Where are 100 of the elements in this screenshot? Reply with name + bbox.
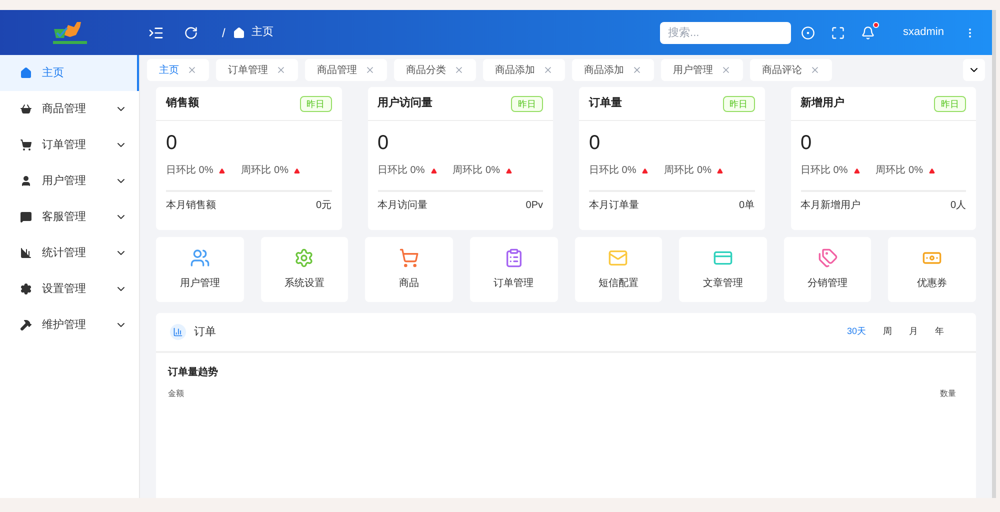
bar-chart-icon [20,247,32,259]
up-arrow-icon [430,168,437,174]
stat-value: 0 [800,131,813,155]
chart-title: 订单量趋势 [168,366,219,380]
close-icon[interactable] [365,65,375,75]
stat-value: 0 [589,131,602,155]
up-arrow-icon [294,168,300,174]
period-tag: 昨日 [722,96,754,112]
range-tab[interactable]: 月 [909,325,918,339]
hammer-icon [20,319,32,331]
menu-toggle-icon[interactable] [148,24,164,40]
week-ratio: 周环比 0% [241,164,288,178]
day-ratio: 日环比 0% [378,164,425,178]
up-arrow-icon [642,168,648,174]
cart-icon [399,248,420,268]
breadcrumb: 主页 [251,24,274,40]
sidebar-item[interactable]: 维护管理 [0,307,139,343]
shortcut-tile[interactable]: 系统设置 [260,237,348,302]
chat-icon [20,211,32,223]
week-ratio: 周环比 0% [876,164,923,178]
shortcut-tile[interactable]: 用户管理 [156,237,244,302]
axis-label: 数量 [940,388,956,400]
sidebar-item[interactable]: 主页 [0,55,139,91]
record-icon[interactable] [801,26,816,40]
tab[interactable]: 商品评论 [750,59,832,81]
up-arrow-icon [219,168,226,174]
envelope-icon [608,248,628,268]
shortcut-label: 商品 [399,276,420,291]
monthly-value: 0人 [950,198,966,212]
card-title: 用户访问量 [378,96,432,112]
up-arrow-icon [854,168,860,174]
sidebar-item[interactable]: 设置管理 [0,271,139,307]
monthly-label: 本月访问量 [378,198,428,212]
clipboard-icon [504,248,524,268]
close-icon[interactable] [454,65,464,75]
monthly-label: 本月订单量 [589,198,639,212]
breadcrumb-separator: / [222,24,226,40]
close-icon[interactable] [810,65,820,75]
day-ratio: 日环比 0% [589,164,636,178]
period-tag: 昨日 [511,96,543,112]
shortcut-label: 分销管理 [808,277,848,291]
close-icon[interactable] [187,65,197,75]
shortcut-label: 文章管理 [702,276,743,291]
close-icon[interactable] [721,65,731,75]
shortcut-tile[interactable]: 商品 [365,237,453,302]
range-tab[interactable]: 周 [883,325,892,339]
user-name[interactable]: sxadmin [903,24,944,41]
day-ratio: 日环比 0% [166,164,214,178]
card-title: 订单量 [589,96,622,112]
home-icon [20,67,32,79]
panel-title: 订单 [194,324,216,340]
close-icon[interactable] [632,65,642,75]
card-title: 销售额 [166,96,199,112]
chart-badge-icon [170,324,186,340]
monthly-value: 0元 [316,198,332,212]
user-icon [20,175,32,187]
fullscreen-icon[interactable] [831,26,846,40]
tab[interactable]: 主页 [147,59,209,81]
close-icon[interactable] [276,65,286,75]
shortcut-tile[interactable]: 短信配置 [574,237,662,302]
monthly-label: 本月销售额 [166,198,216,212]
sidebar-item[interactable]: 商品管理 [0,91,139,127]
week-ratio: 周环比 0% [452,164,500,178]
tabs-dropdown[interactable] [963,59,985,81]
basket-icon [20,103,32,115]
range-tab[interactable]: 年 [935,325,944,339]
period-tag: 昨日 [934,96,966,112]
home-icon [233,26,246,38]
shortcut-label: 系统设置 [284,276,324,291]
tab[interactable]: 订单管理 [216,59,298,81]
axis-label: 金额 [168,388,184,400]
sidebar-item[interactable]: 订单管理 [0,127,139,163]
cart-icon [20,139,32,151]
tab[interactable]: 商品添加 [572,59,654,81]
shortcut-tile[interactable]: 订单管理 [470,237,558,302]
shortcut-tile[interactable]: 分销管理 [784,237,872,302]
range-tab[interactable]: 30天 [846,325,866,339]
tab[interactable]: 商品添加 [483,59,565,81]
day-ratio: 日环比 0% [800,164,848,178]
up-arrow-icon [928,168,935,174]
monthly-value: 0单 [738,198,754,212]
period-tag: 昨日 [300,96,332,112]
shortcut-tile[interactable]: 优惠券 [888,237,976,302]
card-title: 新增用户 [800,96,844,112]
refresh-icon[interactable] [184,26,198,40]
sidebar-item[interactable]: 客服管理 [0,199,139,235]
sidebar-item[interactable]: 统计管理 [0,235,139,271]
up-arrow-icon [506,168,512,174]
week-ratio: 周环比 0% [664,164,712,178]
sidebar-item[interactable]: 用户管理 [0,163,139,199]
search-field[interactable]: 搜索... [660,22,792,44]
close-icon[interactable] [543,65,553,75]
tab[interactable]: 商品管理 [305,59,387,81]
shortcut-label: 用户管理 [180,276,220,291]
tab[interactable]: 商品分类 [394,59,476,81]
stat-value: 0 [378,131,390,155]
monthly-label: 本月新增用户 [800,198,860,212]
tab[interactable]: 用户管理 [661,59,743,81]
shortcut-tile[interactable]: 文章管理 [679,237,767,302]
tag-icon [818,248,838,268]
